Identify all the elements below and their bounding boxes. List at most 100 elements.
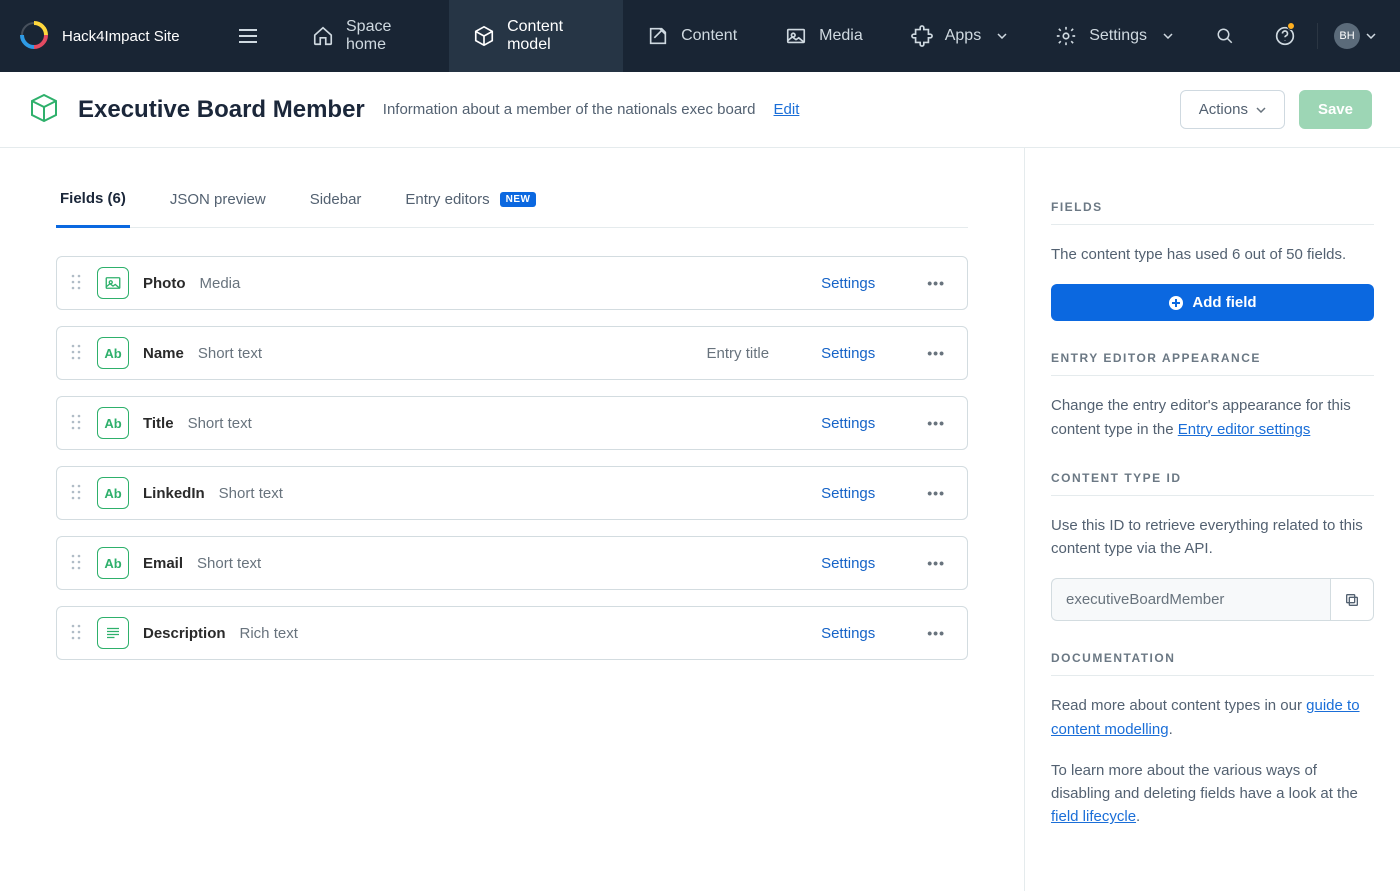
appearance-section: ENTRY EDITOR APPEARANCE Change the entry… [1051, 351, 1374, 441]
field-more-button[interactable]: ••• [921, 415, 951, 431]
add-field-button[interactable]: Add field [1051, 284, 1374, 321]
nav-label: Media [819, 27, 863, 45]
id-box [1051, 578, 1374, 621]
field-type: Short text [188, 415, 252, 432]
tab-label: Fields (6) [60, 190, 126, 207]
nav-label: Content model [507, 18, 599, 54]
button-label: Actions [1199, 101, 1248, 118]
topbar-left: Hack4Impact Site [0, 0, 288, 72]
field-settings-link[interactable]: Settings [821, 415, 875, 432]
doc-text: Read more about content types in our gui… [1051, 694, 1374, 741]
media-icon [785, 25, 807, 47]
page-header: Executive Board Member Information about… [0, 72, 1400, 148]
field-row: AbNameShort textEntry titleSettings••• [56, 326, 968, 380]
body: Fields (6) JSON preview Sidebar Entry ed… [0, 148, 1400, 891]
field-settings-link[interactable]: Settings [821, 485, 875, 502]
field-type: Rich text [240, 625, 298, 642]
doc-heading: DOCUMENTATION [1051, 651, 1374, 676]
new-badge: NEW [500, 192, 537, 207]
nav-label: Space home [346, 18, 425, 54]
button-label: Save [1318, 101, 1353, 118]
appearance-text: Change the entry editor's appearance for… [1051, 394, 1374, 441]
field-type: Short text [219, 485, 283, 502]
drag-handle[interactable] [69, 484, 83, 503]
field-name: Name [143, 345, 184, 362]
edit-description-link[interactable]: Edit [774, 101, 800, 118]
search-button[interactable] [1197, 0, 1253, 72]
field-name: Title [143, 415, 174, 432]
field-name: Description [143, 625, 226, 642]
copy-id-button[interactable] [1330, 578, 1374, 621]
chevron-down-icon [1256, 107, 1266, 113]
tab-entry-editors[interactable]: Entry editors NEW [401, 172, 540, 227]
nav-content-model[interactable]: Content model [449, 0, 623, 72]
nav: Space home Content model Content Media A… [288, 0, 1197, 72]
nav-content[interactable]: Content [623, 0, 761, 72]
appearance-heading: ENTRY EDITOR APPEARANCE [1051, 351, 1374, 376]
notification-dot [1287, 22, 1295, 30]
content-type-id-section: CONTENT TYPE ID Use this ID to retrieve … [1051, 471, 1374, 622]
content-type-id-input[interactable] [1051, 578, 1330, 621]
field-more-button[interactable]: ••• [921, 275, 951, 291]
field-more-button[interactable]: ••• [921, 345, 951, 361]
field-type-icon: Ab [97, 407, 129, 439]
field-settings-link[interactable]: Settings [821, 275, 875, 292]
hamburger-icon [239, 29, 257, 43]
id-text: Use this ID to retrieve everything relat… [1051, 514, 1374, 561]
fields-heading: FIELDS [1051, 200, 1374, 225]
nav-label: Content [681, 27, 737, 45]
tab-json-preview[interactable]: JSON preview [166, 172, 270, 227]
save-button[interactable]: Save [1299, 90, 1372, 129]
space-name: Hack4Impact Site [62, 28, 180, 45]
menu-toggle-button[interactable] [228, 16, 268, 56]
drag-handle[interactable] [69, 414, 83, 433]
box-icon [473, 25, 495, 47]
topbar: Hack4Impact Site Space home Content mode… [0, 0, 1400, 72]
nav-media[interactable]: Media [761, 0, 887, 72]
field-settings-link[interactable]: Settings [821, 555, 875, 572]
header-actions: Actions Save [1180, 90, 1372, 129]
field-settings-link[interactable]: Settings [821, 345, 875, 362]
field-more-button[interactable]: ••• [921, 555, 951, 571]
fields-usage-text: The content type has used 6 out of 50 fi… [1051, 243, 1374, 266]
gear-icon [1055, 25, 1077, 47]
field-type-icon [97, 267, 129, 299]
field-name: Email [143, 555, 183, 572]
lifecycle-text: To learn more about the various ways of … [1051, 759, 1374, 829]
nav-apps[interactable]: Apps [887, 0, 1031, 72]
tab-sidebar[interactable]: Sidebar [306, 172, 366, 227]
field-type-icon: Ab [97, 337, 129, 369]
drag-handle[interactable] [69, 554, 83, 573]
nav-space-home[interactable]: Space home [288, 0, 449, 72]
field-settings-link[interactable]: Settings [821, 625, 875, 642]
user-menu[interactable]: BH [1317, 23, 1392, 49]
field-type: Short text [197, 555, 261, 572]
field-more-button[interactable]: ••• [921, 485, 951, 501]
drag-handle[interactable] [69, 344, 83, 363]
field-row: Description Rich text Settings ••• [56, 606, 968, 660]
entry-editor-settings-link[interactable]: Entry editor settings [1178, 421, 1311, 438]
pencil-note-icon [647, 25, 669, 47]
tab-fields[interactable]: Fields (6) [56, 172, 130, 228]
chevron-down-icon [1163, 33, 1173, 39]
drag-handle[interactable] [69, 624, 83, 643]
actions-button[interactable]: Actions [1180, 90, 1285, 129]
field-lifecycle-link[interactable]: field lifecycle [1051, 808, 1136, 825]
tabs: Fields (6) JSON preview Sidebar Entry ed… [56, 172, 968, 228]
page-description: Information about a member of the nation… [383, 101, 756, 118]
field-type: Short text [198, 345, 262, 362]
field-type-icon [97, 617, 129, 649]
page-title: Executive Board Member [78, 96, 365, 124]
help-button[interactable] [1257, 0, 1313, 72]
field-row: AbLinkedInShort textSettings••• [56, 466, 968, 520]
button-label: Add field [1192, 294, 1256, 311]
field-more-button[interactable]: ••• [921, 625, 951, 641]
nav-settings[interactable]: Settings [1031, 0, 1197, 72]
text-fragment: . [1136, 808, 1140, 825]
plus-circle-icon [1168, 295, 1184, 311]
main: Fields (6) JSON preview Sidebar Entry ed… [0, 148, 1024, 891]
drag-handle[interactable] [69, 274, 83, 293]
documentation-section: DOCUMENTATION Read more about content ty… [1051, 651, 1374, 828]
puzzle-icon [911, 25, 933, 47]
field-type-icon: Ab [97, 477, 129, 509]
